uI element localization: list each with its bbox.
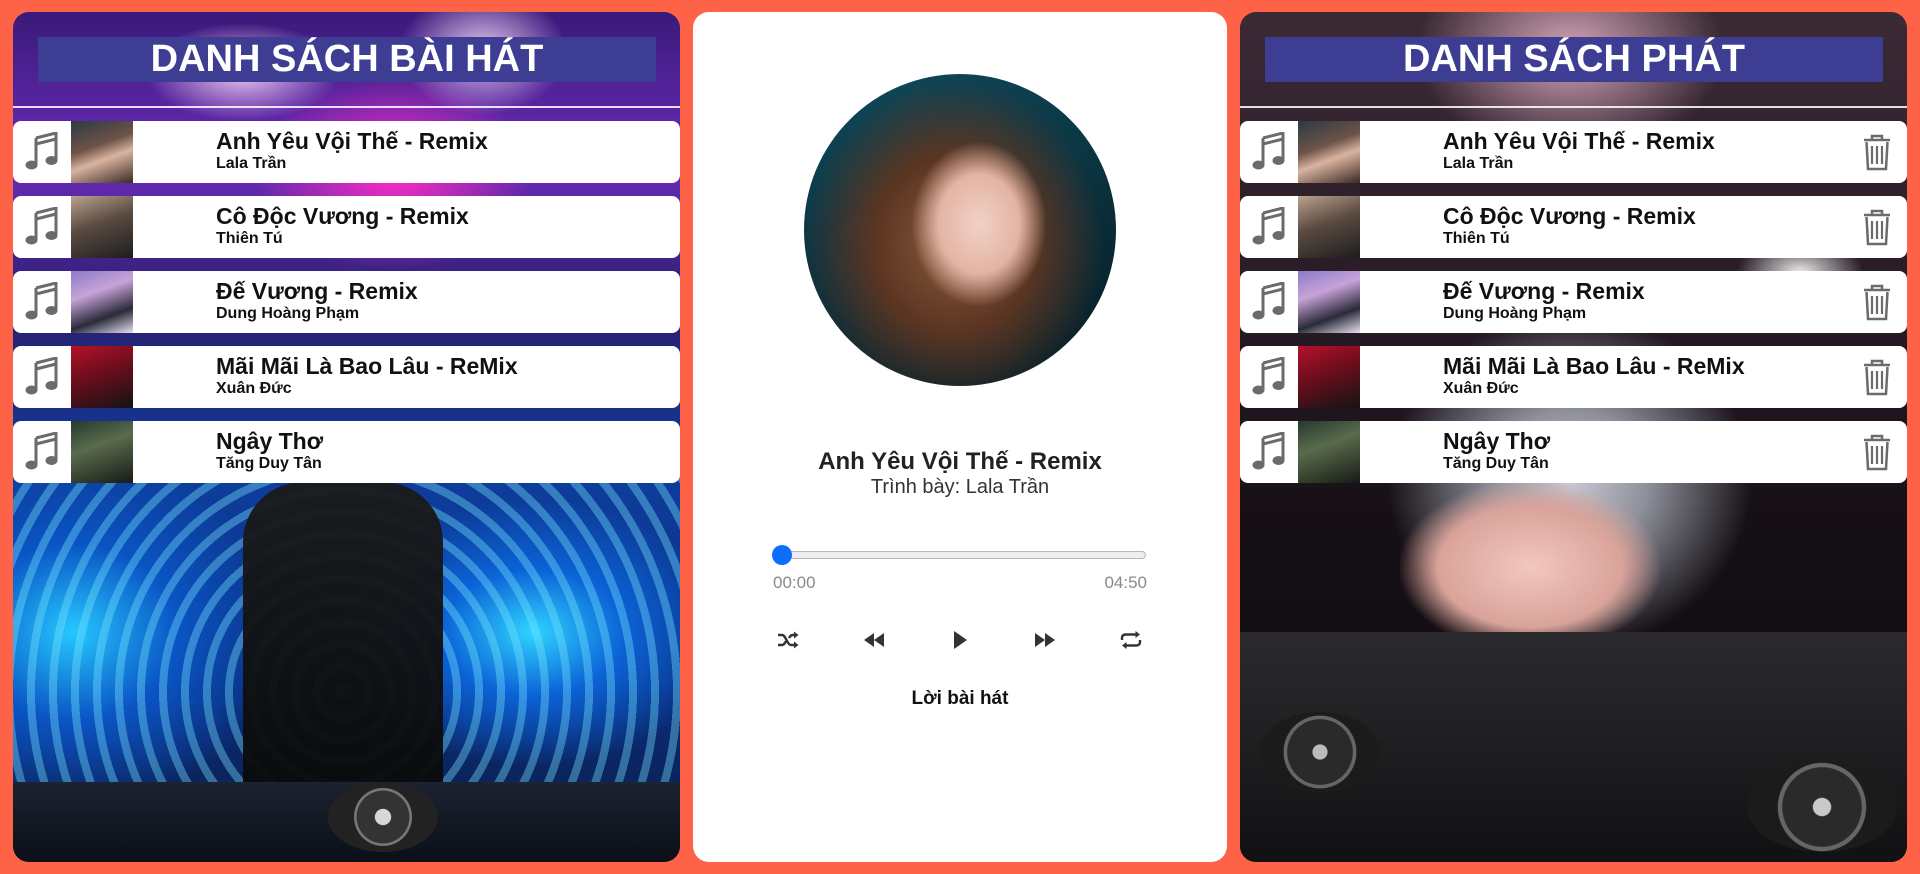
song-title: Đế Vương - Remix <box>216 278 418 304</box>
song-list: Anh Yêu Vội Thế - Remix Lala Trần Cô Độc… <box>13 121 680 496</box>
song-thumbnail <box>1298 271 1360 333</box>
progress-slider[interactable] <box>772 543 1146 567</box>
panel-title: DANH SÁCH PHÁT <box>1265 37 1883 82</box>
song-title: Cô Độc Vương - Remix <box>1443 203 1696 229</box>
music-note-icon <box>1240 121 1298 183</box>
song-title: Anh Yêu Vội Thế - Remix <box>1443 128 1715 154</box>
song-thumbnail <box>71 421 133 483</box>
playlist-item[interactable]: Mãi Mãi Là Bao Lâu - ReMix Xuân Đức <box>1240 346 1907 408</box>
song-list-item[interactable]: Ngây Thơ Tăng Duy Tân <box>13 421 680 483</box>
playlist-item[interactable]: Đế Vương - Remix Dung Hoàng Phạm <box>1240 271 1907 333</box>
shuffle-icon <box>778 631 799 649</box>
playlist-item[interactable]: Ngây Thơ Tăng Duy Tân <box>1240 421 1907 483</box>
next-icon <box>1035 633 1056 647</box>
playback-controls <box>773 622 1146 658</box>
play-button[interactable] <box>945 625 975 655</box>
divider <box>13 106 680 108</box>
previous-icon <box>863 633 884 647</box>
song-title: Mãi Mãi Là Bao Lâu - ReMix <box>1443 353 1745 379</box>
song-title: Anh Yêu Vội Thế - Remix <box>216 128 488 154</box>
song-artist: Dung Hoàng Phạm <box>1443 305 1587 322</box>
song-thumbnail <box>71 271 133 333</box>
song-artist: Dung Hoàng Phạm <box>216 305 360 322</box>
next-button[interactable] <box>1030 625 1060 655</box>
remove-button[interactable] <box>1859 431 1895 473</box>
song-thumbnail <box>1298 346 1360 408</box>
music-note-icon <box>13 271 71 333</box>
song-library-panel: DANH SÁCH BÀI HÁT Anh Yêu Vội Thế - Remi… <box>13 12 680 862</box>
music-note-icon <box>1240 421 1298 483</box>
album-art-disc <box>804 74 1116 386</box>
trash-icon <box>1864 209 1890 246</box>
song-list-item[interactable]: Đế Vương - Remix Dung Hoàng Phạm <box>13 271 680 333</box>
repeat-icon <box>1120 631 1142 649</box>
music-note-icon <box>13 421 71 483</box>
song-list-item[interactable]: Anh Yêu Vội Thế - Remix Lala Trần <box>13 121 680 183</box>
song-title: Cô Độc Vương - Remix <box>216 203 469 229</box>
playlist-item[interactable]: Cô Độc Vương - Remix Thiên Tú <box>1240 196 1907 258</box>
now-playing-artist: Trình bày: Lala Trần <box>870 476 1050 498</box>
remove-button[interactable] <box>1859 281 1895 323</box>
progress-thumb[interactable] <box>772 545 792 565</box>
song-list-item[interactable]: Mãi Mãi Là Bao Lâu - ReMix Xuân Đức <box>13 346 680 408</box>
remove-button[interactable] <box>1859 356 1895 398</box>
trash-icon <box>1864 434 1890 471</box>
trash-icon <box>1864 134 1890 171</box>
playlist-panel: DANH SÁCH PHÁT Anh Yêu Vội Thế - Remix L… <box>1240 12 1907 862</box>
play-icon <box>953 631 967 649</box>
song-artist: Tăng Duy Tân <box>1443 455 1549 472</box>
player-panel: Anh Yêu Vội Thế - Remix Trình bày: Lala … <box>693 12 1227 862</box>
song-artist: Lala Trần <box>1443 155 1514 172</box>
song-artist: Xuân Đức <box>1443 380 1519 397</box>
trash-icon <box>1864 284 1890 321</box>
remove-button[interactable] <box>1859 131 1895 173</box>
song-title: Ngây Thơ <box>216 428 324 454</box>
trash-icon <box>1864 359 1890 396</box>
song-title: Mãi Mãi Là Bao Lâu - ReMix <box>216 353 518 379</box>
song-thumbnail <box>71 121 133 183</box>
song-thumbnail <box>1298 196 1360 258</box>
song-artist: Tăng Duy Tân <box>216 455 322 472</box>
duration-time: 04:50 <box>1104 573 1147 592</box>
playlist-list: Anh Yêu Vội Thế - Remix Lala Trần Cô Độc… <box>1240 121 1907 496</box>
music-note-icon <box>13 121 71 183</box>
divider <box>1240 106 1907 108</box>
song-thumbnail <box>71 346 133 408</box>
lyrics-button[interactable]: Lời bài hát <box>693 688 1227 710</box>
song-thumbnail <box>71 196 133 258</box>
remove-button[interactable] <box>1859 206 1895 248</box>
song-artist: Thiên Tú <box>216 230 283 247</box>
song-list-item[interactable]: Cô Độc Vương - Remix Thiên Tú <box>13 196 680 258</box>
music-note-icon <box>1240 271 1298 333</box>
shuffle-button[interactable] <box>773 625 803 655</box>
music-note-icon <box>13 196 71 258</box>
playlist-item[interactable]: Anh Yêu Vội Thế - Remix Lala Trần <box>1240 121 1907 183</box>
song-title: Đế Vương - Remix <box>1443 278 1645 304</box>
repeat-button[interactable] <box>1116 625 1146 655</box>
song-thumbnail <box>1298 121 1360 183</box>
current-time: 00:00 <box>773 573 816 592</box>
music-note-icon <box>13 346 71 408</box>
song-artist: Thiên Tú <box>1443 230 1510 247</box>
previous-button[interactable] <box>859 625 889 655</box>
music-note-icon <box>1240 196 1298 258</box>
song-artist: Lala Trần <box>216 155 287 172</box>
progress-track <box>773 551 1146 559</box>
song-artist: Xuân Đức <box>216 380 292 397</box>
now-playing-title: Anh Yêu Vội Thế - Remix <box>818 448 1102 475</box>
song-title: Ngây Thơ <box>1443 428 1551 454</box>
music-note-icon <box>1240 346 1298 408</box>
song-thumbnail <box>1298 421 1360 483</box>
panel-title: DANH SÁCH BÀI HÁT <box>38 37 656 82</box>
